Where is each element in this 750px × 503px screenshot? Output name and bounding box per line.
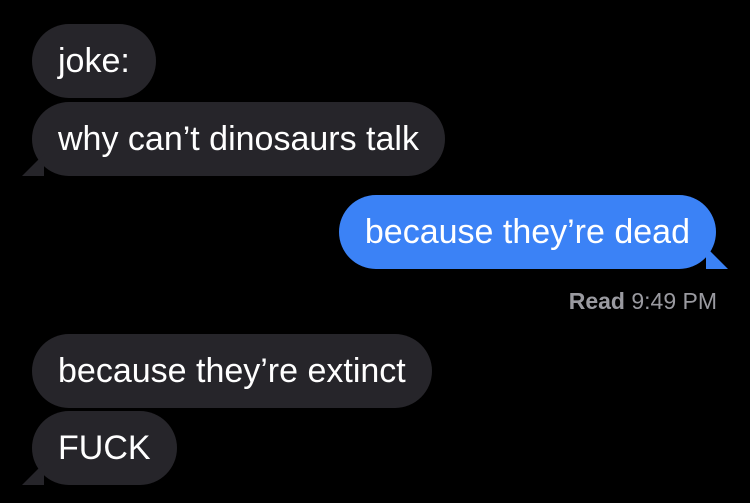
message-bubble-sent[interactable]: because they’re dead	[338, 195, 716, 269]
message-text: why can’t dinosaurs talk	[58, 120, 419, 158]
message-bubble-received[interactable]: joke:	[32, 24, 156, 98]
message-text: FUCK	[58, 429, 151, 467]
message-text: joke:	[58, 42, 130, 80]
read-label: Read	[568, 288, 625, 314]
bubble-tail	[22, 154, 44, 176]
message-bubble-received[interactable]: FUCK	[32, 411, 177, 485]
message-bubble-received[interactable]: why can’t dinosaurs talk	[32, 102, 445, 176]
message-bubble-received[interactable]: because they’re extinct	[32, 334, 432, 408]
bubble-tail	[22, 463, 44, 485]
message-text: because they’re dead	[364, 213, 690, 251]
read-receipt: Read 9:49 PM	[569, 288, 717, 315]
read-time: 9:49 PM	[631, 288, 717, 314]
bubble-tail	[706, 247, 728, 269]
message-text: because they’re extinct	[58, 352, 406, 390]
